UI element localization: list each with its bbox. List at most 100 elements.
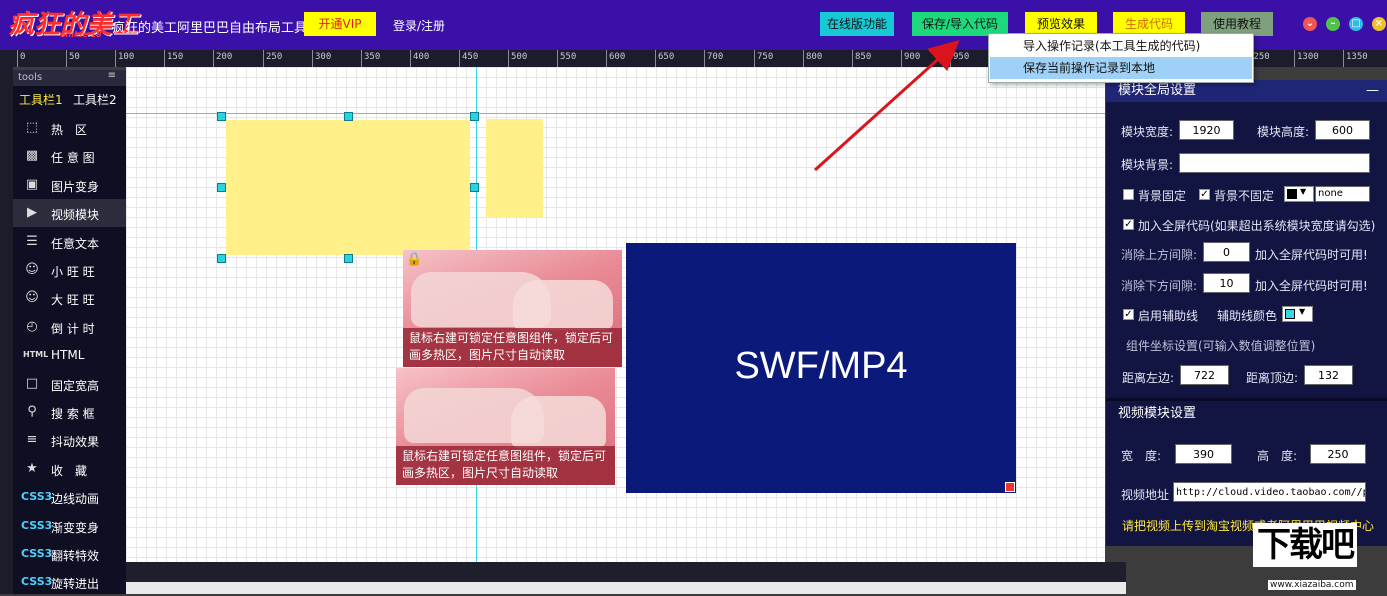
tool-item[interactable]: ▶ 视频模块 <box>13 199 126 228</box>
frame-icon: □ <box>25 375 39 391</box>
ruler-tick-label: 1300 <box>1297 52 1319 62</box>
ruler-tick-label: 850 <box>855 52 872 62</box>
ruler-tick <box>901 50 902 67</box>
video-width-input[interactable]: 390 <box>1175 444 1232 464</box>
tool-item[interactable]: ☺ 小 旺 旺 <box>13 256 126 284</box>
close-icon[interactable]: × <box>1372 17 1386 31</box>
ruler-tick-label: 400 <box>413 52 430 62</box>
bg-not-fixed-checkbox[interactable]: ✓ <box>1199 189 1210 200</box>
video-url-input[interactable]: http://cloud.video.taobao.com//p <box>1173 482 1366 502</box>
login-register-link[interactable]: 登录/注册 <box>393 17 445 34</box>
image-component[interactable]: 鼠标右建可锁定任意图组件，锁定后可画多热区，图片尺寸自动读取 <box>396 368 615 485</box>
top-distance-label: 距离顶边: <box>1246 371 1299 385</box>
bg-color-picker[interactable]: ▼ <box>1284 186 1314 202</box>
ruler-tick <box>115 50 116 67</box>
tool-item[interactable]: ☺ 大 旺 旺 <box>13 284 126 312</box>
design-canvas[interactable]: 🔒 鼠标右建可锁定任意图组件，锁定后可画多热区，图片尺寸自动读取 鼠标右建可锁定… <box>126 67 1105 562</box>
module-bg-label: 模块背景: <box>1121 158 1174 172</box>
chevron-down-icon: ▼ <box>1299 307 1306 316</box>
guides-label: 启用辅助线 <box>1138 309 1199 323</box>
ruler-tick <box>459 50 460 67</box>
tool-item[interactable]: ☰ 任意文本 <box>13 228 126 256</box>
module-bg-input[interactable] <box>1179 153 1370 173</box>
ruler-tick <box>655 50 656 67</box>
maximize-icon[interactable]: □ <box>1349 17 1363 31</box>
global-settings-header: 模块全局设置 — <box>1106 80 1387 102</box>
image-icon: ▩ <box>25 148 39 164</box>
tool-item[interactable]: ⬚ 热 区 <box>13 114 126 142</box>
tool-item[interactable]: CSS3 翻转特效 <box>13 540 126 568</box>
tool-item[interactable]: ★ 收 藏 <box>13 455 126 483</box>
resize-handle[interactable] <box>217 183 226 192</box>
ruler-tick <box>606 50 607 67</box>
tool-item[interactable]: ▣ 图片变身 <box>13 171 126 199</box>
open-vip-button[interactable]: 开通VIP <box>304 12 376 36</box>
ruler-tick-label: 100 <box>118 52 135 62</box>
ruler-tick <box>263 50 264 67</box>
tool-item[interactable]: ≡ 抖动效果 <box>13 426 126 454</box>
resize-handle[interactable] <box>217 112 226 121</box>
module-width-input[interactable]: 1920 <box>1179 120 1234 140</box>
top-distance-input[interactable]: 132 <box>1304 365 1353 385</box>
bg-color-value[interactable]: none <box>1315 186 1370 202</box>
guide-color-picker[interactable]: ▼ <box>1282 306 1313 322</box>
tool-item[interactable]: ◴ 倒 计 时 <box>13 313 126 341</box>
ruler-tick <box>852 50 853 67</box>
ruler-tick <box>704 50 705 67</box>
tool-item[interactable]: CSS3 边线动画 <box>13 483 126 511</box>
tool-item[interactable]: □ 固定宽高 <box>13 370 126 398</box>
menu-icon[interactable]: ≡ <box>108 70 116 81</box>
ruler-tick-label: 1350 <box>1346 52 1368 62</box>
fullscreen-checkbox[interactable]: ✓ <box>1123 219 1134 230</box>
tool-label: 抖动效果 <box>51 435 100 450</box>
tool-label: 任 意 图 <box>51 151 95 166</box>
video-height-input[interactable]: 250 <box>1310 444 1366 464</box>
resize-handle[interactable] <box>470 183 479 192</box>
collapse-icon[interactable]: — <box>1366 80 1379 102</box>
tools-title-bar[interactable]: tools ≡ <box>13 70 126 86</box>
image-component-locked[interactable]: 🔒 鼠标右建可锁定任意图组件，锁定后可画多热区，图片尺寸自动读取 <box>403 250 622 367</box>
menu-item-import-record[interactable]: 导入操作记录(本工具生成的代码) <box>990 35 1252 57</box>
resize-handle[interactable] <box>470 112 479 121</box>
ruler-tick-label: 800 <box>806 52 823 62</box>
tool-item[interactable]: HTML HTML <box>13 341 126 369</box>
product-image <box>511 396 606 448</box>
bg-fixed-checkbox[interactable] <box>1123 189 1134 200</box>
tab-toolbar-2[interactable]: 工具栏2 <box>73 91 117 108</box>
wangwang-icon: ☺ <box>25 290 39 306</box>
tool-item[interactable]: CSS3 渐变变身 <box>13 512 126 540</box>
tool-label: 固定宽高 <box>51 378 100 393</box>
top-gap-label: 消除上方间隙: <box>1121 248 1198 262</box>
tool-item[interactable]: ⚲ 搜 索 框 <box>13 398 126 426</box>
hotspot-icon: ⬚ <box>25 120 39 135</box>
resize-handle[interactable] <box>344 254 353 263</box>
minimize-icon[interactable]: – <box>1326 17 1340 31</box>
wangwang-icon: ☺ <box>25 262 39 277</box>
tool-item[interactable]: ▩ 任 意 图 <box>13 142 126 170</box>
menu-item-save-record[interactable]: 保存当前操作记录到本地 <box>990 57 1252 79</box>
resize-handle[interactable] <box>344 112 353 121</box>
tab-toolbar-1[interactable]: 工具栏1 <box>19 91 63 108</box>
tool-item[interactable]: CSS3 旋转进出 <box>13 568 126 596</box>
guide-line-horizontal[interactable] <box>126 113 1105 114</box>
resize-corner-icon[interactable] <box>1005 482 1015 492</box>
play-icon: ▶ <box>27 205 37 221</box>
top-gap-note: 加入全屏代码时可用! <box>1255 248 1368 262</box>
image-caption: 鼠标右建可锁定任意图组件，锁定后可画多热区，图片尺寸自动读取 <box>396 446 615 485</box>
ruler-tick <box>557 50 558 67</box>
bottom-gap-input[interactable]: 10 <box>1203 273 1250 293</box>
online-features-button[interactable]: 在线版功能 <box>820 12 894 36</box>
search-icon: ⚲ <box>27 404 37 419</box>
hotspot-block[interactable] <box>486 119 543 218</box>
top-gap-input[interactable]: 0 <box>1203 242 1250 262</box>
guides-checkbox[interactable]: ✓ <box>1123 309 1134 320</box>
hotspot-block-selected[interactable] <box>226 120 470 255</box>
chevron-down-icon[interactable]: ⌄ <box>1303 17 1317 31</box>
module-height-input[interactable]: 600 <box>1315 120 1370 140</box>
left-distance-input[interactable]: 722 <box>1180 365 1229 385</box>
canvas-scrollbar[interactable] <box>126 562 1126 582</box>
ruler-tick-label: 700 <box>707 52 724 62</box>
resize-handle[interactable] <box>217 254 226 263</box>
color-swatch <box>1287 189 1297 199</box>
video-module[interactable]: SWF/MP4 <box>626 243 1016 493</box>
